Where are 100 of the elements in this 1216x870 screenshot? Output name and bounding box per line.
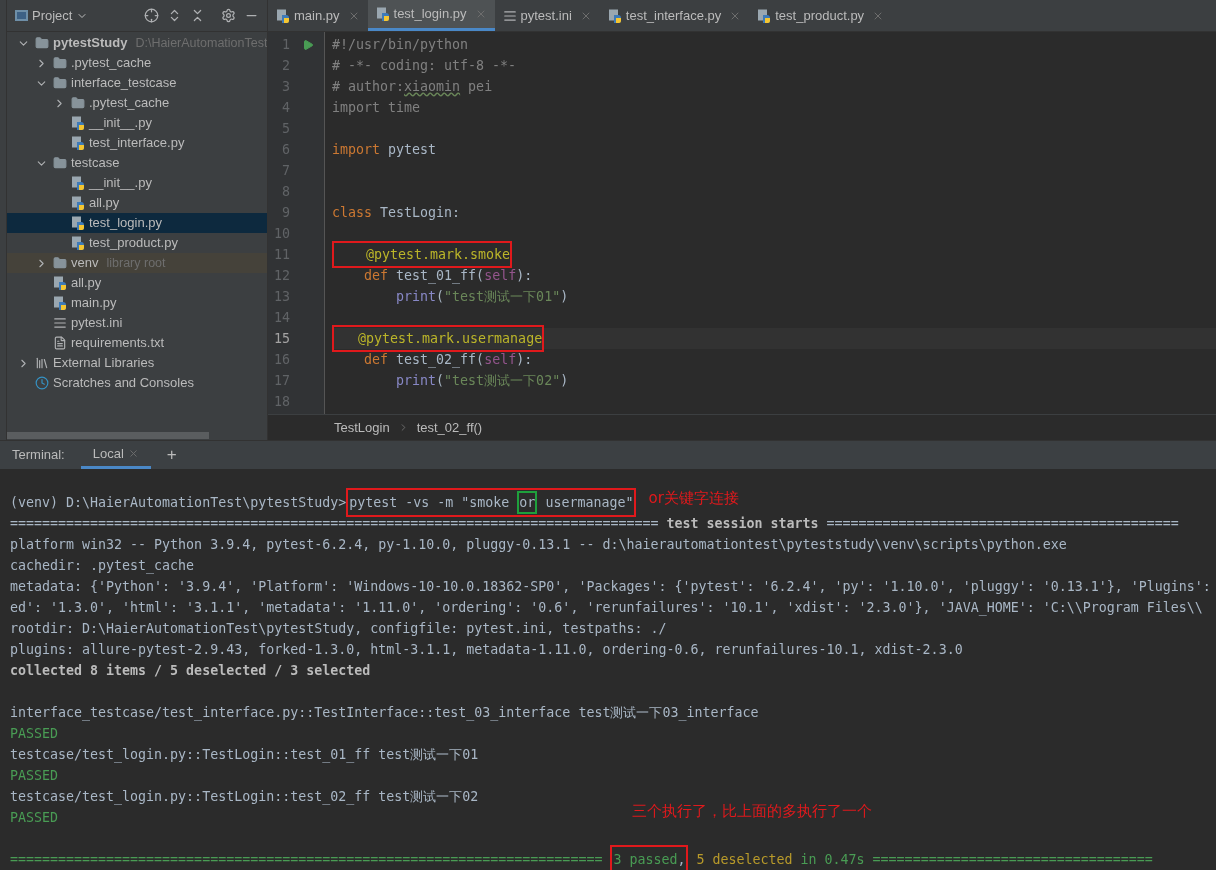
tree-item-label: test_product.py [89, 234, 178, 253]
annotation-note: or关键字连接 [648, 488, 739, 510]
tree-item-label: main.py [71, 294, 117, 313]
folder-icon [53, 56, 67, 70]
scratches-icon [35, 376, 49, 390]
code-text: import [332, 140, 381, 159]
python-file-icon [71, 136, 85, 150]
code-text: #!/usr/bin/python [332, 35, 469, 54]
tree-item[interactable]: pytest.ini [7, 313, 267, 333]
tree-item[interactable]: testcase [7, 153, 267, 173]
terminal-tab[interactable]: Local [80, 441, 151, 469]
python-file-icon [607, 8, 622, 23]
code-text: # author: [332, 77, 405, 96]
editor-tab[interactable]: test_login.py [367, 0, 495, 31]
new-terminal-button[interactable]: + [166, 442, 177, 468]
locate-icon[interactable] [144, 8, 159, 23]
code-text: ): [516, 266, 533, 285]
code-text: in 0.47s =================================== [799, 850, 1153, 869]
code-text: cachedir: .pytest_cache [10, 556, 195, 576]
code-text: ( [436, 287, 445, 306]
tree-item[interactable]: External Libraries [7, 353, 267, 373]
python-file-icon [53, 276, 67, 290]
run-icon[interactable] [302, 38, 314, 51]
code-text: self [484, 266, 517, 285]
tree-item[interactable]: test_interface.py [7, 133, 267, 153]
code-text: ed': '1.3.0', 'html': '3.1.1', 'metadata': '1.11.0', 'ordering': '0.6', 'rerunfailures': '10.1', 'xdist': '2.3.0'}, 'JAVA_HOME': 'C:\\Program Files\\ [10, 598, 1203, 618]
code-text: def [363, 350, 389, 369]
code-text: test session starts [666, 514, 819, 533]
code-text: collected 8 items / 5 deselected / 3 selected [10, 661, 371, 680]
python-file-icon [71, 216, 85, 230]
tree-item-label: .pytest_cache [89, 94, 170, 113]
code-text: PASSED [10, 808, 59, 827]
code-text: usermanage" [544, 494, 634, 510]
tree-item[interactable]: interface_testcase [7, 73, 267, 93]
folder-icon [35, 36, 49, 50]
code-text: plugins: allure-pytest-2.9.43, forked-1.3.0, html-3.1.1, metadata-1.11.0, ordering-0.6, rerunfailures-10.1, xdist-2.3.0 [10, 640, 963, 659]
tree-item[interactable]: all.py [7, 273, 267, 293]
line-number: 15 [273, 329, 290, 348]
tree-item[interactable]: Scratches and Consoles [7, 373, 267, 393]
code-text: def [363, 266, 389, 285]
tree-item[interactable]: .pytest_cache [7, 93, 267, 113]
tree-item[interactable]: __init__.py [7, 173, 267, 193]
tree-item[interactable]: all.py [7, 193, 267, 213]
editor-tab[interactable]: test_interface.py [599, 0, 750, 31]
annotated-text: @pytest.mark.usermanage [332, 324, 545, 353]
code-text: interface_testcase/test_interface.py::TestInterface::test_03_interface test测试一下03_interface [10, 703, 759, 723]
code-text: pytest -vs -m "smoke [349, 494, 511, 510]
tree-item-label: all.py [71, 274, 102, 293]
tree-item-label: test_interface.py [89, 134, 185, 153]
terminal-label: Terminal: [12, 446, 65, 465]
code-text: metadata: {'Python': '3.9.4', 'Platform': 'Windows-10-10.0.18362-SP0', 'Packages': {'pytest': '6.2.4', 'py': '1.10.0', 'pluggy': '0.13.1'}, 'Plugins': [10, 577, 1211, 596]
tree-item[interactable]: requirements.txt [7, 333, 267, 353]
annotation-note: 三个执行了，比上面的多执行了一个 [632, 801, 872, 822]
tree-item[interactable]: test_product.py [7, 233, 267, 253]
tree-item[interactable]: main.py [7, 293, 267, 313]
python-file-icon [276, 8, 290, 23]
annotated-text: or [517, 490, 538, 514]
tree-item-label: Scratches and Consoles [53, 374, 194, 393]
code-text: TestLogin: [379, 203, 461, 222]
horizontal-scrollbar[interactable] [7, 432, 209, 439]
code-text: PASSED [10, 766, 59, 785]
panel-selector[interactable]: Project [15, 5, 89, 26]
tree-item-label: __init__.py [89, 174, 152, 193]
config-file-icon [502, 8, 517, 23]
tree-item-label: test_login.py [89, 214, 162, 233]
breadcrumb[interactable]: TestLogin [334, 417, 390, 438]
tree-item[interactable]: .pytest_cache [7, 53, 267, 73]
code-text: self [484, 350, 517, 369]
python-file-icon [71, 116, 85, 130]
code-text: , [677, 851, 686, 867]
tree-item-label: requirements.txt [71, 334, 165, 353]
python-file-icon [71, 196, 85, 210]
code-text: xiaomin [404, 77, 461, 96]
code-text: ) [560, 287, 569, 306]
code-text: PASSED [10, 724, 59, 743]
editor-tab[interactable]: main.py [268, 0, 368, 31]
editor-tab[interactable]: test_product.py [749, 0, 893, 31]
python-file-icon [375, 7, 390, 21]
code-text: ================================================================================= [10, 514, 660, 533]
folder-icon [53, 256, 67, 270]
python-file-icon [53, 296, 67, 310]
python-file-icon [71, 236, 85, 250]
code-text: 5 deselected [695, 850, 793, 869]
breadcrumb[interactable]: test_02_ff() [416, 417, 483, 438]
tree-item-label: __init__.py [89, 114, 152, 133]
tree-item-label: pytestStudy [53, 34, 128, 53]
code-text: print [395, 287, 437, 306]
settings-icon[interactable] [221, 8, 236, 23]
code-text: test_02_ff( [395, 350, 485, 370]
tree-item[interactable]: __init__.py [7, 113, 267, 133]
code-text: (venv) D:\HaierAutomationTest\pytestStudy> [10, 493, 347, 512]
code-text: platform win32 -- Python 3.9.4, pytest-6.2.4, py-1.10.0, pluggy-0.13.1 -- d:\haierautomationtest\pyteststudy\venv\scripts\python.exe [10, 535, 1067, 554]
tree-item[interactable]: test_login.py [7, 213, 267, 233]
code-text: ) [560, 371, 569, 390]
tree-item-label: .pytest_cache [71, 54, 152, 73]
code-text: import time [332, 98, 421, 117]
code-text: testcase/test_login.py::TestLogin::test_02_ff test测试一下02 [10, 787, 479, 807]
editor-tab[interactable]: pytest.ini [494, 0, 600, 31]
code-text: # -*- coding: utf-8 -*- [332, 56, 517, 75]
project-window-icon [15, 10, 28, 21]
